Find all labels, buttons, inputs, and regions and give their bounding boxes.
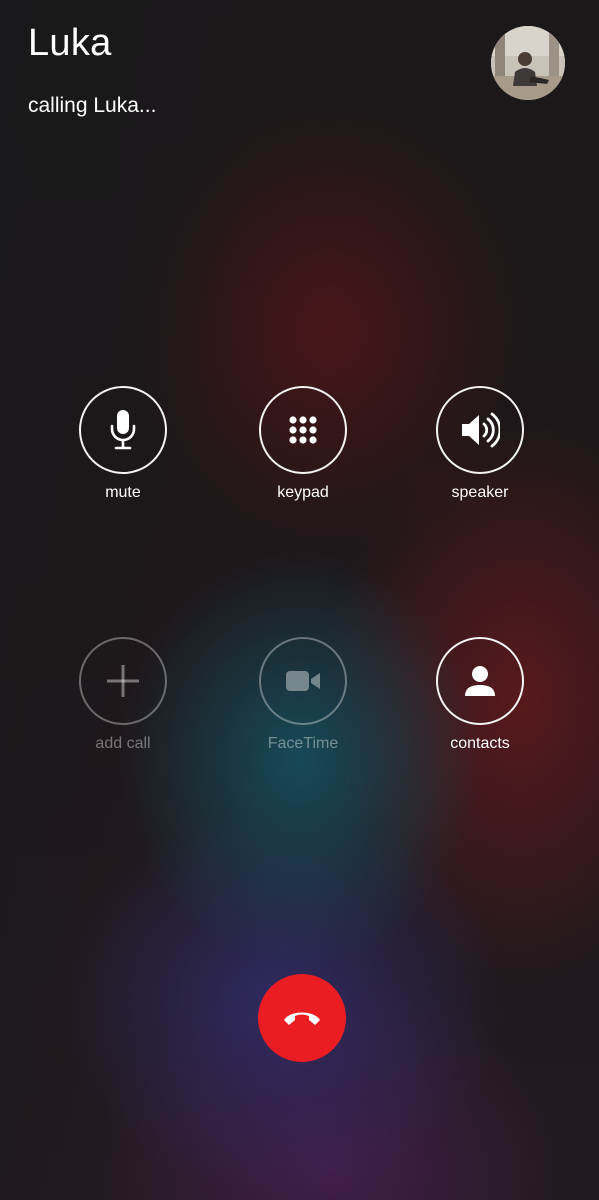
- mute-label: mute: [105, 484, 141, 501]
- end-call-button[interactable]: [258, 974, 346, 1062]
- contacts-label: contacts: [450, 735, 510, 752]
- mute-button[interactable]: mute: [53, 386, 193, 501]
- speaker-icon: [462, 412, 500, 448]
- contacts-button[interactable]: contacts: [410, 637, 550, 752]
- contacts-circle: [436, 637, 524, 725]
- avatar[interactable]: [491, 26, 565, 100]
- microphone-icon: [110, 410, 136, 450]
- caller-name: Luka: [28, 22, 112, 64]
- mute-circle: [79, 386, 167, 474]
- video-camera-icon: [286, 671, 320, 691]
- facetime-circle: [259, 637, 347, 725]
- facetime-button[interactable]: FaceTime: [233, 637, 373, 752]
- person-icon: [465, 666, 495, 696]
- keypad-circle: [259, 386, 347, 474]
- contact-photo-icon: [491, 26, 565, 100]
- speaker-label: speaker: [451, 484, 509, 501]
- speaker-button[interactable]: speaker: [410, 386, 550, 501]
- facetime-label: FaceTime: [267, 735, 339, 752]
- keypad-label: keypad: [277, 484, 329, 501]
- keypad-button[interactable]: keypad: [233, 386, 373, 501]
- add-call-label: add call: [95, 735, 151, 752]
- phone-hangup-icon: [284, 1012, 320, 1025]
- add-call-circle: [79, 637, 167, 725]
- add-call-button[interactable]: add call: [53, 637, 193, 752]
- plus-icon: [107, 665, 139, 697]
- speaker-circle: [436, 386, 524, 474]
- call-status: calling Luka...: [28, 94, 157, 117]
- keypad-grid-icon: [289, 416, 317, 444]
